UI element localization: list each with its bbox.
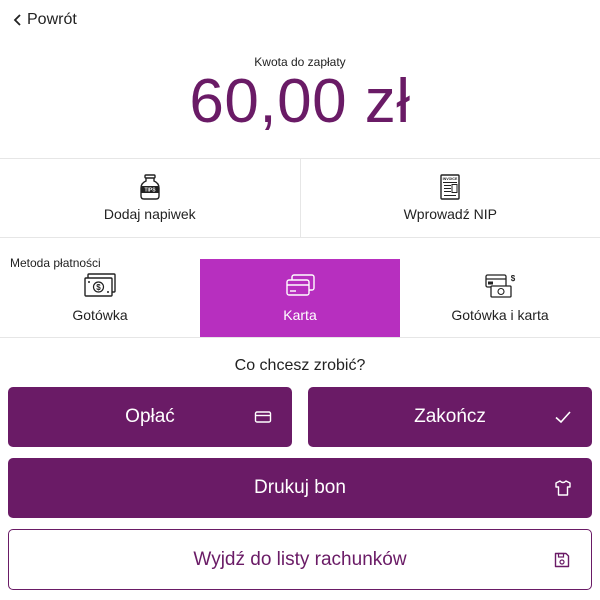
pay-button[interactable]: Opłać <box>8 387 292 447</box>
print-receipt-label: Drukuj bon <box>254 477 346 498</box>
tip-jar-icon: TIPS <box>140 174 160 200</box>
method-cash-and-card[interactable]: $ Gotówka i karta <box>400 259 600 337</box>
print-receipt-button[interactable]: Drukuj bon <box>8 458 592 518</box>
add-tip-label: Dodaj napiwek <box>103 206 196 222</box>
card-icon <box>254 411 272 423</box>
cash-and-card-icon: $ <box>485 274 516 298</box>
add-tip-button[interactable]: TIPS Dodaj napiwek <box>0 159 300 237</box>
enter-nip-button[interactable]: INVOICE Wprowadź NIP <box>299 159 600 237</box>
check-icon <box>555 411 571 424</box>
finish-button-label: Zakończ <box>414 406 486 427</box>
svg-text:$: $ <box>96 283 101 292</box>
method-card-label: Karta <box>283 307 317 323</box>
payment-method-label: Metoda płatności <box>10 256 101 270</box>
pay-button-label: Opłać <box>125 406 175 427</box>
card-icon <box>286 274 315 296</box>
method-cash-and-card-label: Gotówka i karta <box>451 307 549 323</box>
action-question: Co chcesz zrobić? <box>234 357 366 374</box>
exit-to-bills-label: Wyjdź do listy rachunków <box>193 548 407 570</box>
method-cash-label: Gotówka <box>72 307 128 323</box>
chevron-left-icon <box>13 14 21 26</box>
finish-button[interactable]: Zakończ <box>308 387 592 447</box>
shirt-icon <box>555 480 571 496</box>
enter-nip-label: Wprowadź NIP <box>403 206 497 222</box>
payment-methods: $ Gotówka Karta $ Gotówka i karta <box>0 259 600 338</box>
exit-to-bills-button[interactable]: Wyjdź do listy rachunków <box>8 529 592 590</box>
method-card[interactable]: Karta <box>200 259 400 337</box>
invoice-icon: INVOICE <box>440 174 460 200</box>
tip-jar-text: TIPS <box>144 188 156 194</box>
method-cash[interactable]: $ Gotówka <box>0 259 200 337</box>
cash-icon: $ <box>84 273 116 297</box>
amount-value: 60,00 zł <box>189 67 411 136</box>
options-row: TIPS Dodaj napiwek INVOICE Wprowadź NIP <box>0 158 600 238</box>
invoice-text: INVOICE <box>443 177 458 181</box>
back-label: Powrót <box>27 11 77 28</box>
save-icon <box>554 552 570 567</box>
back-button[interactable]: Powrót <box>12 9 77 31</box>
svg-text:$: $ <box>511 274 516 283</box>
